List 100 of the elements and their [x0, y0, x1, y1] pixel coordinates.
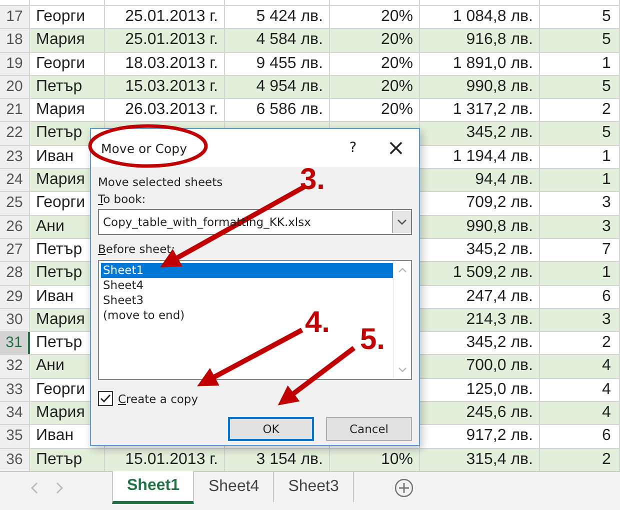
help-button[interactable]: ?	[333, 140, 373, 156]
table-cell: 20%	[380, 54, 413, 72]
table-cell: 4	[602, 404, 611, 422]
row-header[interactable]: 34	[0, 402, 30, 424]
row-header[interactable]: 36	[0, 448, 30, 471]
table-cell: 345,2 лв.	[466, 334, 533, 352]
table-cell: 9 455 лв.	[256, 54, 323, 72]
table-cell: Мария	[36, 101, 85, 118]
table-cell: 2	[602, 101, 611, 118]
table-cell: 1 509,2 лв.	[452, 264, 533, 282]
row-header[interactable]: 27	[0, 238, 30, 262]
table-cell: Георги	[36, 194, 86, 212]
row-header[interactable]: 30	[0, 308, 30, 332]
row-header[interactable]: 17	[0, 6, 30, 28]
table-cell: Ани	[36, 218, 64, 235]
table-cell: 315,4 лв.	[466, 450, 533, 468]
row-header[interactable]: 35	[0, 425, 30, 448]
sheet-list-item[interactable]: Sheet3	[101, 293, 144, 308]
table-cell: Петър	[36, 334, 82, 352]
table-cell: 245,6 лв.	[466, 404, 533, 422]
table-cell: 125,0 лв.	[466, 380, 533, 398]
row-header[interactable]: 29	[0, 286, 30, 308]
table-cell: Георги	[36, 54, 86, 72]
sheet-list-item[interactable]: (move to end)	[101, 308, 185, 323]
step-number: 4.	[305, 308, 330, 338]
row-header[interactable]: 33	[0, 378, 30, 402]
row-header[interactable]: 26	[0, 216, 30, 238]
checkbox-label[interactable]: Create a copy	[118, 392, 198, 406]
ok-button[interactable]: OK	[228, 417, 314, 441]
table-cell: 5 424 лв.	[256, 8, 323, 25]
table-cell: 6 586 лв.	[256, 101, 323, 118]
table-cell: 1 194,4 лв.	[452, 148, 533, 165]
table-cell: Ани	[36, 357, 64, 374]
table-cell: 700,0 лв.	[466, 357, 533, 374]
checkbox[interactable]	[98, 391, 113, 406]
sheet-tab[interactable]: Sheet3	[274, 472, 354, 502]
row-header[interactable]: 23	[0, 146, 30, 168]
row-header[interactable]: 22	[0, 122, 30, 145]
cancel-button[interactable]: Cancel	[326, 417, 412, 441]
table-cell: 1	[602, 54, 611, 72]
table-cell: 20%	[380, 78, 413, 95]
row-header[interactable]: 20	[0, 76, 30, 98]
scroll-right-icon[interactable]	[56, 482, 64, 494]
table-cell: 10%	[380, 450, 413, 468]
table-cell: 214,3 лв.	[466, 310, 533, 328]
table-cell: 3	[602, 218, 611, 235]
table-cell: 5	[602, 8, 611, 25]
table-cell: 3	[602, 194, 611, 212]
table-cell: 20%	[380, 101, 413, 118]
add-sheet-icon[interactable]	[394, 478, 414, 498]
table-cell: 7	[602, 240, 611, 258]
table-cell: Мария	[36, 171, 85, 188]
table-cell: 4	[602, 380, 611, 398]
table-cell: 1	[602, 264, 611, 282]
row-header[interactable]: 18	[0, 29, 30, 52]
table-cell: 916,8 лв.	[466, 31, 533, 48]
sheet-tab[interactable]: Sheet4	[194, 472, 274, 502]
scroll-left-icon[interactable]	[30, 482, 38, 494]
table-cell: Петър	[36, 78, 82, 95]
row-header[interactable]: 28	[0, 262, 30, 285]
table-cell: 1 317,2 лв.	[452, 101, 533, 118]
row-header[interactable]: 31	[0, 332, 30, 354]
table-cell: 709,2 лв.	[466, 194, 533, 212]
dialog-title: Move or Copy	[101, 140, 188, 156]
table-cell: 20%	[380, 31, 413, 48]
close-button[interactable]: ×	[373, 136, 419, 160]
table-cell: 94,4 лв.	[475, 171, 533, 188]
table-cell: 1	[602, 148, 611, 165]
table-cell: 5	[602, 124, 611, 142]
table-cell: 2	[602, 450, 611, 468]
table-cell: Петър	[36, 240, 82, 258]
row-header[interactable]: 24	[0, 169, 30, 192]
sheet-list-item[interactable]: Sheet1	[101, 263, 393, 278]
row-header[interactable]: 32	[0, 355, 30, 378]
table-cell: 4	[602, 357, 611, 374]
row-header[interactable]: 21	[0, 99, 30, 122]
table-cell: 25.01.2013 г.	[125, 8, 218, 25]
row-header[interactable]: 25	[0, 192, 30, 215]
table-cell: Георги	[36, 8, 86, 25]
table-cell: Иван	[36, 148, 74, 165]
table-cell: 20%	[380, 8, 413, 25]
table-cell: 6	[602, 288, 611, 305]
sheet-list-item[interactable]: Sheet4	[101, 278, 144, 293]
table-cell: 247,4 лв.	[466, 288, 533, 305]
table-cell: Иван	[36, 427, 74, 444]
scroll-up-icon[interactable]	[398, 267, 407, 273]
sheet-tab[interactable]: Sheet1	[112, 471, 194, 504]
table-cell: 1 084,8 лв.	[452, 8, 533, 25]
chevron-down-icon	[397, 219, 407, 225]
table-cell: 4 954 лв.	[256, 78, 323, 95]
scroll-down-icon[interactable]	[398, 367, 407, 373]
table-cell: Петър	[36, 450, 82, 468]
step-number: 3.	[300, 165, 326, 195]
row-header[interactable]: 19	[0, 52, 30, 75]
field-label: To book:	[98, 192, 146, 206]
table-cell: 3	[602, 310, 611, 328]
table-cell: Георги	[36, 380, 86, 398]
table-cell: 1	[602, 171, 611, 188]
table-cell: Мария	[36, 31, 85, 48]
table-cell: Петър	[36, 124, 82, 142]
